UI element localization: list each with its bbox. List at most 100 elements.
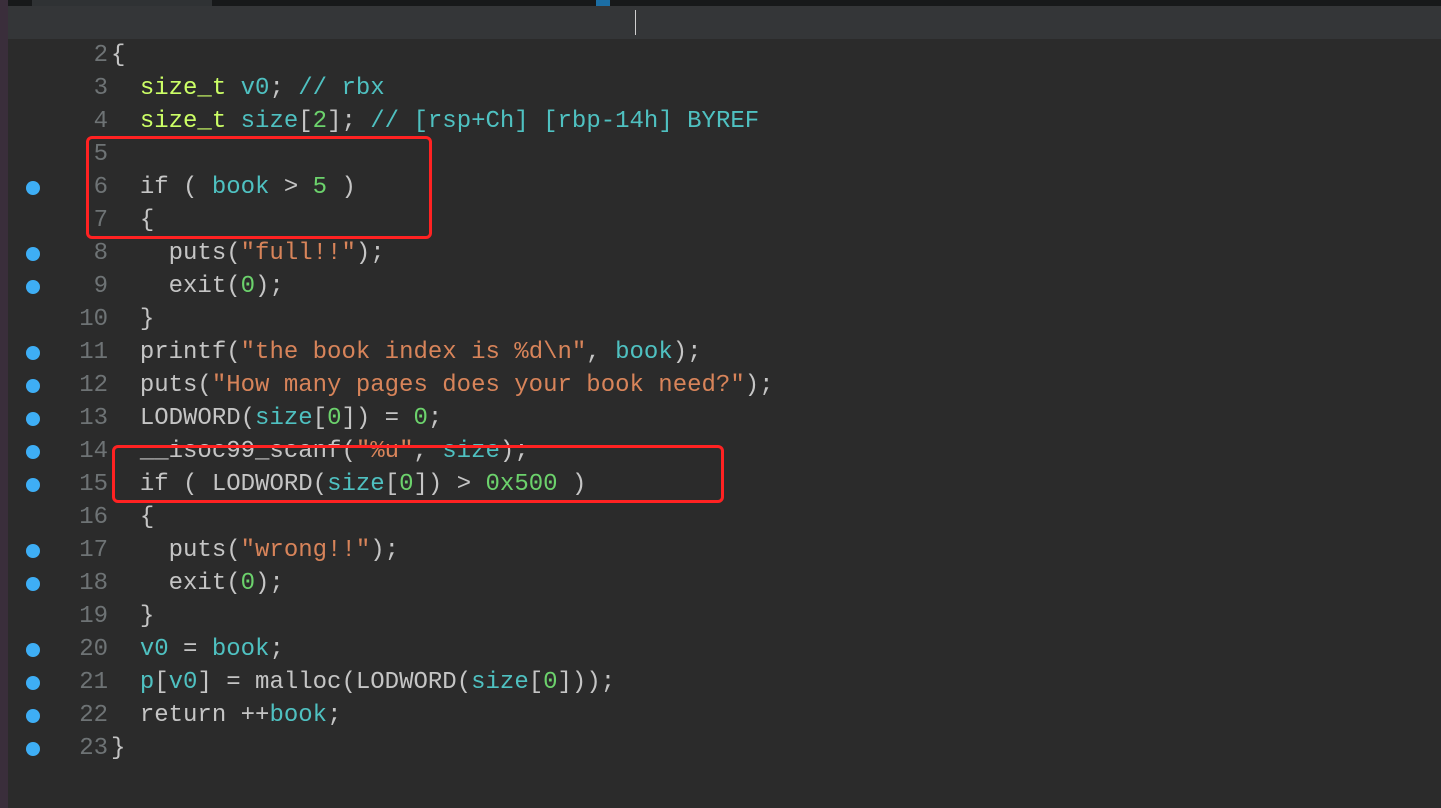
breakpoint-placeholder[interactable] <box>26 115 40 129</box>
line-number: 6 <box>80 174 108 201</box>
code-line[interactable]: 20 v0 = book; <box>8 633 1441 666</box>
breakpoint-icon[interactable] <box>26 379 40 393</box>
gutter[interactable]: 2 <box>8 42 111 69</box>
code-text[interactable]: puts("wrong!!"); <box>111 537 1441 564</box>
code-text[interactable]: size_t size[2]; // [rsp+Ch] [rbp-14h] BY… <box>111 108 1441 135</box>
breakpoint-icon[interactable] <box>26 643 40 657</box>
code-text[interactable]: } <box>111 603 1441 630</box>
editor-window: 1size_t creat_the_book()2{3 size_t v0; /… <box>0 0 1441 808</box>
line-number: 17 <box>79 537 108 564</box>
code-text[interactable]: exit(0); <box>111 570 1441 597</box>
code-text[interactable]: LODWORD(size[0]) = 0; <box>111 405 1441 432</box>
breakpoint-icon[interactable] <box>26 742 40 756</box>
code-text[interactable]: { <box>111 504 1441 531</box>
code-text[interactable]: puts("How many pages does your book need… <box>111 372 1441 399</box>
line-number: 8 <box>80 240 108 267</box>
gutter[interactable]: 3 <box>8 75 111 102</box>
gutter[interactable]: 4 <box>8 108 111 135</box>
line-number: 12 <box>79 372 108 399</box>
code-line[interactable]: 19 } <box>8 600 1441 633</box>
breakpoint-icon[interactable] <box>26 445 40 459</box>
code-text[interactable]: v0 = book; <box>111 636 1441 663</box>
code-text[interactable]: exit(0); <box>111 273 1441 300</box>
line-number: 21 <box>79 669 108 696</box>
gutter[interactable]: 20 <box>8 636 111 663</box>
code-text[interactable]: printf("the book index is %d\n", book); <box>111 339 1441 366</box>
gutter[interactable]: 14 <box>8 438 111 465</box>
code-line[interactable]: 12 puts("How many pages does your book n… <box>8 369 1441 402</box>
breakpoint-placeholder[interactable] <box>26 511 40 525</box>
activity-bar <box>0 0 8 808</box>
code-line[interactable]: 9 exit(0); <box>8 270 1441 303</box>
code-line[interactable]: 10 } <box>8 303 1441 336</box>
code-text[interactable]: } <box>111 735 1441 762</box>
code-text[interactable]: size_t v0; // rbx <box>111 75 1441 102</box>
breakpoint-icon[interactable] <box>26 676 40 690</box>
breakpoint-icon[interactable] <box>26 577 40 591</box>
line-number: 15 <box>79 471 108 498</box>
code-line[interactable]: 8 puts("full!!"); <box>8 237 1441 270</box>
code-text[interactable]: { <box>111 42 1441 69</box>
gutter[interactable]: 12 <box>8 372 111 399</box>
code-text[interactable]: if ( book > 5 ) <box>111 174 1441 201</box>
code-line[interactable]: 21 p[v0] = malloc(LODWORD(size[0])); <box>8 666 1441 699</box>
code-line[interactable]: 14 __isoc99_scanf("%u", size); <box>8 435 1441 468</box>
code-area[interactable]: 1size_t creat_the_book()2{3 size_t v0; /… <box>8 6 1441 808</box>
code-line[interactable]: 15 if ( LODWORD(size[0]) > 0x500 ) <box>8 468 1441 501</box>
code-line[interactable]: 17 puts("wrong!!"); <box>8 534 1441 567</box>
code-text[interactable]: p[v0] = malloc(LODWORD(size[0])); <box>111 669 1441 696</box>
code-text[interactable]: if ( LODWORD(size[0]) > 0x500 ) <box>111 471 1441 498</box>
line-number: 16 <box>79 504 108 531</box>
code-line[interactable]: 23} <box>8 732 1441 765</box>
code-text[interactable]: return ++book; <box>111 702 1441 729</box>
gutter[interactable]: 8 <box>8 240 111 267</box>
line-number: 9 <box>80 273 108 300</box>
breakpoint-placeholder[interactable] <box>26 82 40 96</box>
code-line[interactable]: 6 if ( book > 5 ) <box>8 171 1441 204</box>
breakpoint-icon[interactable] <box>26 544 40 558</box>
code-line[interactable]: 4 size_t size[2]; // [rsp+Ch] [rbp-14h] … <box>8 105 1441 138</box>
gutter[interactable]: 7 <box>8 207 111 234</box>
breakpoint-placeholder[interactable] <box>26 313 40 327</box>
code-line[interactable]: 22 return ++book; <box>8 699 1441 732</box>
gutter[interactable]: 18 <box>8 570 111 597</box>
code-text[interactable]: { <box>111 207 1441 234</box>
breakpoint-icon[interactable] <box>26 346 40 360</box>
code-text[interactable]: } <box>111 306 1441 333</box>
code-line[interactable]: 11 printf("the book index is %d\n", book… <box>8 336 1441 369</box>
breakpoint-placeholder[interactable] <box>26 214 40 228</box>
gutter[interactable]: 6 <box>8 174 111 201</box>
gutter[interactable]: 19 <box>8 603 111 630</box>
code-text[interactable]: puts("full!!"); <box>111 240 1441 267</box>
breakpoint-icon[interactable] <box>26 181 40 195</box>
code-line[interactable]: 18 exit(0); <box>8 567 1441 600</box>
breakpoint-icon[interactable] <box>26 247 40 261</box>
gutter[interactable]: 17 <box>8 537 111 564</box>
gutter[interactable]: 16 <box>8 504 111 531</box>
code-line[interactable]: 2{ <box>8 39 1441 72</box>
breakpoint-placeholder[interactable] <box>26 148 40 162</box>
line-number: 18 <box>79 570 108 597</box>
gutter[interactable]: 9 <box>8 273 111 300</box>
code-text[interactable]: __isoc99_scanf("%u", size); <box>111 438 1441 465</box>
breakpoint-icon[interactable] <box>26 280 40 294</box>
breakpoint-icon[interactable] <box>26 412 40 426</box>
code-line[interactable]: 5 <box>8 138 1441 171</box>
gutter[interactable]: 5 <box>8 141 111 168</box>
gutter[interactable]: 21 <box>8 669 111 696</box>
code-line[interactable]: 16 { <box>8 501 1441 534</box>
gutter[interactable]: 22 <box>8 702 111 729</box>
gutter[interactable]: 10 <box>8 306 111 333</box>
line-number: 11 <box>79 339 108 366</box>
breakpoint-placeholder[interactable] <box>26 610 40 624</box>
gutter[interactable]: 13 <box>8 405 111 432</box>
gutter[interactable]: 15 <box>8 471 111 498</box>
code-line[interactable]: 7 { <box>8 204 1441 237</box>
gutter[interactable]: 11 <box>8 339 111 366</box>
code-line[interactable]: 13 LODWORD(size[0]) = 0; <box>8 402 1441 435</box>
gutter[interactable]: 23 <box>8 735 111 762</box>
breakpoint-icon[interactable] <box>26 709 40 723</box>
code-line[interactable]: 3 size_t v0; // rbx <box>8 72 1441 105</box>
breakpoint-placeholder[interactable] <box>26 49 40 63</box>
breakpoint-icon[interactable] <box>26 478 40 492</box>
